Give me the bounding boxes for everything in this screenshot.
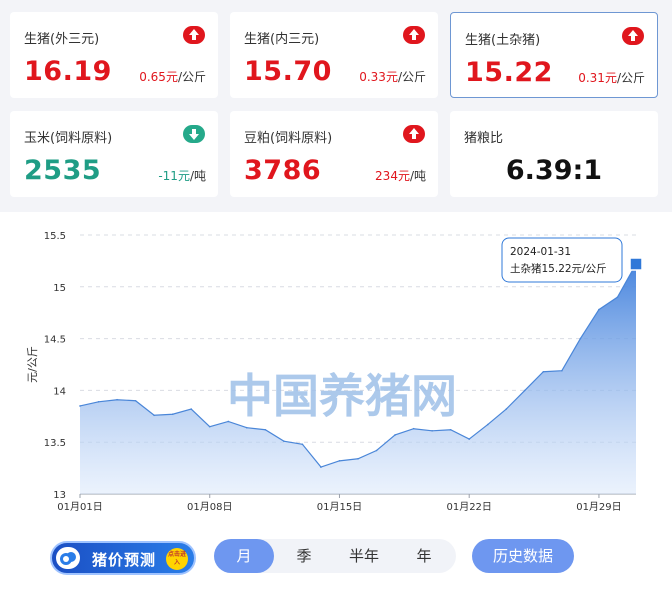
data-point — [598, 308, 600, 311]
up-arrow-icon — [183, 26, 205, 44]
y-axis-label: 元/公斤 — [26, 346, 39, 383]
y-tick-label: 15.5 — [44, 231, 66, 242]
period-month[interactable]: 月 — [214, 539, 274, 573]
data-point — [264, 428, 267, 431]
x-tick-label: 01月08日 — [187, 501, 232, 513]
data-point — [116, 398, 118, 401]
data-point — [171, 413, 174, 416]
data-point — [468, 438, 471, 440]
data-point — [338, 460, 341, 462]
card-price: 15.70 — [244, 56, 332, 87]
x-tick-label: 01月15日 — [317, 501, 362, 513]
up-arrow-icon — [403, 26, 425, 44]
data-point — [486, 423, 489, 426]
down-arrow-icon — [183, 125, 205, 143]
card-change: 234元/吨 — [375, 169, 426, 183]
data-point — [283, 440, 285, 442]
price-card-corn[interactable]: 玉米(饲料原料) 2535 -11元/吨 — [10, 111, 218, 197]
data-point — [449, 428, 452, 431]
card-name: 猪粮比 — [464, 131, 504, 146]
cloud-logo-icon — [56, 547, 80, 569]
card-name: 豆粕(饲料原料) — [244, 131, 333, 146]
data-point — [190, 408, 192, 410]
tooltip-date: 2024-01-31 — [510, 246, 571, 258]
y-tick-label: 13.5 — [44, 438, 66, 449]
price-trend-chart: 13 13.5 14 14.5 15 15.5 元/公斤 01月01日 01月08日 01月15日… — [0, 212, 672, 527]
period-selector: 月 季 半年 年 — [214, 539, 456, 573]
data-point — [357, 457, 359, 460]
price-card-outer-three-way[interactable]: 生猪(外三元) 16.19 0.65元/公斤 — [10, 12, 218, 98]
up-arrow-icon — [622, 27, 644, 45]
price-trend-chart-svg: 13 13.5 14 14.5 15 15.5 元/公斤 01月01日 01月08日 01月15日… — [26, 231, 643, 513]
prediction-label: 猪价预测 — [92, 551, 157, 569]
tooltip-box — [501, 237, 623, 283]
data-point — [301, 443, 304, 446]
enter-badge: 点击进入 — [166, 548, 188, 570]
data-point — [134, 399, 137, 402]
data-point — [542, 370, 545, 373]
price-prediction-button[interactable]: 猪价预测 点击进入 — [50, 541, 196, 575]
data-point — [320, 466, 322, 468]
card-price: 16.19 — [24, 56, 112, 87]
card-price: 2535 — [24, 155, 102, 186]
data-point — [616, 296, 619, 298]
price-card-local-mixed[interactable]: 生猪(土杂猪) 15.22 0.31元/公斤 — [450, 12, 658, 98]
data-point — [579, 337, 582, 340]
card-name: 生猪(土杂猪) — [465, 33, 541, 48]
price-card-soybean-meal[interactable]: 豆粕(饲料原料) 3786 234元/吨 — [230, 111, 438, 197]
data-point — [505, 408, 508, 410]
last-data-point — [629, 257, 643, 271]
card-change: -11元/吨 — [158, 169, 206, 183]
tooltip-value: 土杂猪15.22元/公斤 — [510, 262, 607, 275]
data-point — [412, 427, 415, 430]
data-point — [394, 434, 396, 436]
x-tick-label: 01月01日 — [57, 501, 102, 513]
up-arrow-icon — [403, 125, 425, 143]
data-point — [524, 389, 526, 392]
period-year[interactable]: 年 — [394, 539, 454, 573]
card-change: 0.31元/公斤 — [578, 71, 645, 85]
x-tick-label: 01月22日 — [446, 501, 491, 513]
bottom-controls: 猪价预测 点击进入 月 季 半年 年 历史数据 — [0, 527, 672, 605]
y-tick-label: 14 — [53, 386, 66, 397]
y-tick-label: 14.5 — [44, 335, 66, 346]
data-point — [153, 414, 155, 417]
watermark-text: 中国养猪网 — [227, 369, 457, 423]
card-price: 3786 — [244, 155, 322, 186]
card-price: 15.22 — [465, 57, 553, 88]
data-point — [79, 405, 81, 407]
y-tick-label: 13 — [53, 490, 66, 501]
period-quarter[interactable]: 季 — [274, 539, 334, 573]
price-card-inner-three-way[interactable]: 生猪(内三元) 15.70 0.33元/公斤 — [230, 12, 438, 98]
data-point — [97, 400, 100, 403]
card-name: 生猪(内三元) — [244, 32, 320, 47]
card-change: 0.65元/公斤 — [139, 70, 206, 84]
price-card-pig-grain-ratio[interactable]: 猪粮比 6.39:1 — [450, 111, 658, 197]
data-point — [561, 369, 563, 372]
y-tick-label: 15 — [53, 283, 66, 294]
data-point — [431, 430, 433, 432]
x-tick-label: 01月29日 — [576, 501, 621, 513]
data-point — [246, 426, 248, 429]
pig-grain-ratio-value: 6.39:1 — [505, 155, 603, 186]
pig-price-page: 生猪(外三元) 16.19 0.65元/公斤 生猪(内三元) 15.70 0.3… — [0, 0, 672, 605]
card-change: 0.33元/公斤 — [359, 70, 426, 84]
period-half-year[interactable]: 半年 — [334, 539, 394, 573]
card-name: 生猪(外三元) — [24, 32, 100, 47]
card-name: 玉米(饲料原料) — [24, 131, 113, 146]
data-point — [375, 449, 378, 452]
data-point — [208, 425, 211, 428]
history-data-button[interactable]: 历史数据 — [472, 539, 574, 573]
